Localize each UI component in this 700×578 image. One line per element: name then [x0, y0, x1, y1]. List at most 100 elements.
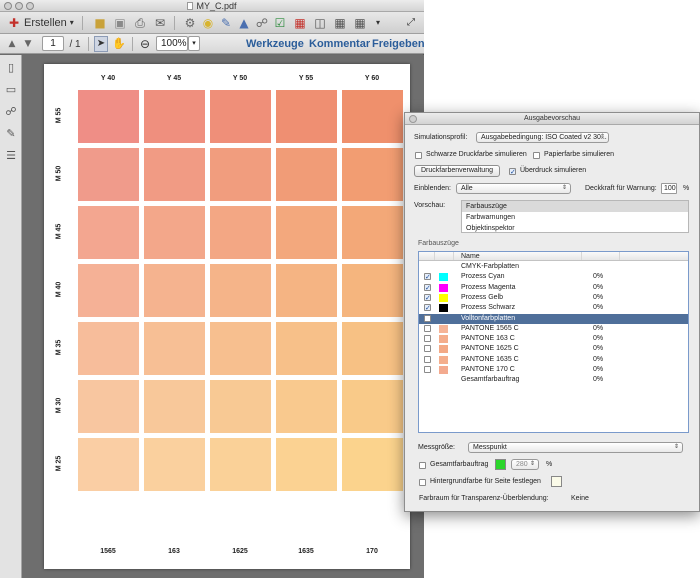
tools-icon[interactable]: ▦ — [352, 15, 368, 31]
separation-row[interactable]: PANTONE 163 C 0% — [419, 334, 688, 344]
highlight-icon[interactable]: ✎ — [218, 15, 234, 31]
settings-gear-icon[interactable]: ⚙ — [182, 15, 198, 31]
page-number-input[interactable]: 1 — [42, 36, 64, 51]
farbraum-value: Keine — [571, 495, 589, 502]
document-viewer[interactable]: Y 40 Y 45 Y 50 Y 55 Y 60 M 55 M 50 M 45 M 40 M 3… — [22, 55, 424, 578]
vorschau-item-objektinspektor[interactable]: Objektinspektor — [462, 223, 688, 234]
separation-row[interactable]: ✓ Prozess Cyan 0% — [419, 272, 688, 282]
einblenden-value: Alle — [461, 185, 473, 192]
save-icon[interactable]: ▣ — [112, 15, 128, 31]
hintergrundfarbe-checkbox[interactable] — [419, 479, 426, 486]
separation-row[interactable]: ✓ Prozess Schwarz 0% — [419, 303, 688, 313]
separation-row[interactable]: CMYK-Farbplatten — [419, 262, 688, 272]
row-label: M 50 — [55, 165, 63, 182]
separation-checkbox[interactable] — [424, 314, 431, 322]
zoom-dropdown-chevron-icon[interactable]: ▾ — [188, 36, 200, 51]
druckfarbenverwaltung-button[interactable]: Druckfarbenverwaltung — [414, 165, 500, 177]
papierfarbe-checkbox[interactable] — [533, 152, 540, 159]
dialog-close-button[interactable] — [409, 115, 417, 123]
color-swatch — [342, 206, 403, 259]
pantone-label: 163 — [168, 548, 180, 555]
kommentar-tab[interactable]: Kommentar — [309, 35, 370, 53]
separation-color-chip — [439, 366, 448, 374]
separation-name: PANTONE 163 C — [461, 335, 515, 343]
color-swatch — [342, 438, 403, 491]
separation-percent: 0% — [593, 345, 604, 353]
separations-icon[interactable]: ▦ — [332, 15, 348, 31]
output-preview-icon[interactable]: ◫ — [312, 15, 328, 31]
werkzeuge-tab[interactable]: Werkzeuge — [246, 35, 304, 53]
bookmarks-icon[interactable]: ▭ — [4, 83, 18, 97]
hand-tool-icon[interactable]: ✋ — [112, 36, 126, 52]
open-folder-icon[interactable]: ■ — [92, 15, 108, 31]
hintergrundfarbe-color-swatch[interactable] — [551, 476, 562, 487]
separation-percent: 0% — [593, 376, 604, 384]
separation-checkbox[interactable]: ✓ — [424, 304, 431, 312]
color-swatch — [144, 322, 205, 375]
page-thumbnails-icon[interactable]: ▯ — [4, 61, 18, 75]
vorschau-item-farbwarnungen[interactable]: Farbwarnungen — [462, 212, 688, 223]
deckkraft-unit: % — [683, 185, 690, 192]
select-cursor-icon[interactable]: ➤ — [94, 36, 108, 52]
attachments-icon[interactable]: ☍ — [4, 105, 18, 119]
einblenden-select[interactable]: Alle ⇕ — [456, 183, 571, 194]
separation-row[interactable]: ✓ Prozess Magenta 0% — [419, 283, 688, 293]
separation-row[interactable]: PANTONE 1625 C 0% — [419, 344, 688, 354]
separation-checkbox[interactable]: ✓ — [424, 283, 431, 291]
separation-checkbox[interactable] — [424, 366, 431, 373]
more-tools-icon[interactable]: ▾ — [372, 15, 384, 31]
signatures-icon[interactable]: ✎ — [4, 127, 18, 141]
create-icon[interactable]: ✚ — [6, 15, 22, 31]
vorschau-list[interactable]: Farbauszüge Farbwarnungen Objektinspekto… — [461, 200, 689, 233]
gesamtfarbauftrag-value-select[interactable]: 280 ⇕ — [511, 459, 539, 470]
erstellen-button[interactable]: Erstellen ▾ — [24, 15, 74, 31]
row-label: M 40 — [55, 281, 63, 298]
separation-row[interactable]: Gesamtfarbauftrag 0% — [419, 375, 688, 385]
fit-page-icon[interactable]: ▦ — [292, 15, 308, 31]
separation-checkbox[interactable] — [424, 335, 431, 343]
separation-checkbox[interactable] — [424, 345, 431, 353]
freigeben-tab[interactable]: Freigeben — [372, 35, 425, 53]
separation-row[interactable]: PANTONE 1565 C 0% — [419, 324, 688, 334]
separation-row[interactable]: PANTONE 1635 C 0% — [419, 355, 688, 365]
ueberdruck-checkbox[interactable]: ✓ — [509, 168, 516, 176]
color-swatch — [210, 322, 271, 375]
messgroesse-select[interactable]: Messpunkt ⇕ — [468, 442, 683, 453]
separation-row[interactable]: ✓ Prozess Gelb 0% — [419, 293, 688, 303]
separation-row[interactable]: Volltonfarbplatten — [419, 313, 688, 324]
vorschau-item-farbauszuege[interactable]: Farbauszüge — [462, 201, 688, 212]
zoom-out-icon[interactable]: ⊖ — [138, 36, 152, 52]
separation-checkbox[interactable] — [424, 324, 431, 332]
gesamtfarbauftrag-color-swatch[interactable] — [495, 459, 506, 470]
simulationsprofil-label: Simulationsprofil: — [414, 134, 468, 141]
schwarze-druckfarbe-checkbox[interactable] — [415, 152, 422, 159]
pantone-label: 170 — [366, 548, 378, 555]
layers-icon[interactable]: ☰ — [4, 149, 18, 163]
fullscreen-icon[interactable]: ⤢ — [404, 15, 418, 31]
column-label: Y 45 — [166, 75, 182, 82]
stamp-icon[interactable]: ▲ — [236, 15, 252, 31]
pantone-label: 1565 — [100, 548, 116, 555]
separation-color-chip — [439, 304, 448, 313]
form-icon[interactable]: ☑ — [272, 15, 288, 31]
separation-color-chip — [439, 324, 448, 333]
attach-icon[interactable]: ☍ — [254, 15, 270, 31]
gesamtfarbauftrag-checkbox[interactable] — [419, 462, 426, 469]
mail-icon[interactable]: ✉ — [152, 15, 168, 31]
print-icon[interactable]: ⎙ — [132, 15, 148, 31]
comment-icon[interactable]: ◉ — [200, 15, 216, 31]
separation-name: PANTONE 1565 C — [461, 324, 519, 332]
simulationsprofil-select[interactable]: Ausgabebedingung: ISO Coated v2 30... ⇕ — [476, 132, 609, 143]
zoom-level-input[interactable]: 100% — [156, 36, 188, 51]
next-page-icon[interactable]: ▼ — [22, 36, 34, 52]
color-swatch — [210, 438, 271, 491]
column-name-header: Name — [461, 253, 480, 260]
page-total: / 1 — [69, 38, 81, 50]
separation-checkbox[interactable] — [424, 355, 431, 363]
row-label: M 25 — [55, 455, 63, 472]
previous-page-icon[interactable]: ▲ — [6, 36, 18, 52]
separation-checkbox[interactable]: ✓ — [424, 273, 431, 281]
separation-row[interactable]: PANTONE 170 C 0% — [419, 365, 688, 375]
deckkraft-input[interactable]: 100 — [661, 183, 677, 194]
separation-checkbox[interactable]: ✓ — [424, 293, 431, 301]
